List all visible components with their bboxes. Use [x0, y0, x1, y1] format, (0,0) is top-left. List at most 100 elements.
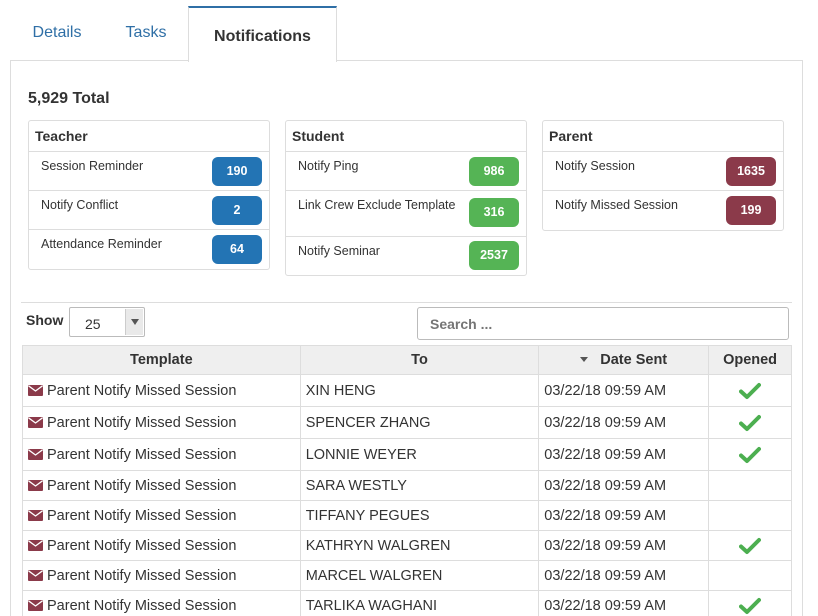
cell-opened — [708, 406, 792, 439]
cell-template: Parent Notify Missed Session — [22, 560, 301, 591]
checkmark-icon — [739, 414, 762, 431]
student-card-title: Student — [286, 121, 526, 152]
tab-details[interactable]: Details — [10, 6, 104, 61]
total-count: 5,929 Total — [28, 90, 110, 107]
cell-to: LONNIE WEYER — [299, 438, 540, 471]
page-size-select[interactable]: 25 — [69, 307, 145, 337]
template-name: Parent Notify Missed Session — [47, 567, 237, 584]
template-name: Parent Notify Missed Session — [47, 446, 237, 463]
envelope-icon — [28, 416, 43, 428]
count-badge[interactable]: 2537 — [469, 241, 519, 270]
count-badge[interactable]: 64 — [212, 235, 262, 264]
tab-notifications-label: Notifications — [214, 28, 311, 45]
cell-to: SPENCER ZHANG — [299, 406, 540, 439]
cell-template: Parent Notify Missed Session — [22, 530, 301, 561]
teacher-row-attendance-reminder[interactable]: Attendance Reminder 64 — [29, 230, 269, 269]
row-label: Link Crew Exclude Template — [298, 198, 456, 212]
cell-template: Parent Notify Missed Session — [22, 406, 301, 439]
row-label: Notify Conflict — [41, 198, 119, 212]
student-row-link-crew-exclude-template[interactable]: Link Crew Exclude Template 316 — [286, 191, 526, 237]
cell-to: SARA WESTLY — [299, 470, 540, 501]
envelope-icon — [28, 539, 43, 551]
table-row[interactable]: Parent Notify Missed Session TARLIKA WAGH… — [22, 590, 792, 616]
tab-notifications[interactable]: Notifications — [188, 6, 337, 62]
row-label: Attendance Reminder — [41, 237, 162, 251]
row-label: Notify Session — [555, 159, 635, 173]
header-date-sent[interactable]: Date Sent — [538, 345, 710, 375]
show-label: Show — [26, 312, 64, 328]
tab-tasks[interactable]: Tasks — [104, 6, 188, 61]
row-label: Notify Seminar — [298, 244, 380, 258]
cell-template: Parent Notify Missed Session — [22, 470, 301, 501]
parent-card-title: Parent — [543, 121, 783, 152]
template-name: Parent Notify Missed Session — [47, 597, 237, 614]
table-row[interactable]: Parent Notify Missed Session TIFFANY PEGU… — [22, 500, 792, 531]
envelope-icon — [28, 479, 43, 491]
template-name: Parent Notify Missed Session — [47, 414, 237, 431]
count-badge[interactable]: 199 — [726, 196, 776, 225]
header-template[interactable]: Template — [22, 345, 301, 375]
tab-details-label: Details — [32, 23, 82, 41]
parent-row-notify-missed-session[interactable]: Notify Missed Session 199 — [543, 191, 783, 230]
count-badge[interactable]: 190 — [212, 157, 262, 186]
table-row[interactable]: Parent Notify Missed Session KATHRYN WALG… — [22, 530, 792, 561]
envelope-icon — [28, 569, 43, 581]
table-row[interactable]: Parent Notify Missed Session SPENCER ZHAN… — [22, 406, 792, 439]
student-row-notify-ping[interactable]: Notify Ping 986 — [286, 152, 526, 191]
count-badge[interactable]: 316 — [469, 198, 519, 227]
cell-date-sent: 03/22/18 09:59 AM — [538, 590, 710, 616]
teacher-card: Teacher Session Reminder 190 Notify Conf… — [28, 120, 270, 270]
checkmark-icon — [739, 597, 762, 614]
chevron-down-icon[interactable] — [125, 309, 143, 335]
student-card: Student Notify Ping 986 Link Crew Exclud… — [285, 120, 527, 276]
cell-opened — [708, 560, 792, 591]
envelope-icon — [28, 509, 43, 521]
cell-template: Parent Notify Missed Session — [22, 438, 301, 471]
cell-date-sent: 03/22/18 09:59 AM — [538, 470, 710, 501]
count-badge[interactable]: 2 — [212, 196, 262, 225]
parent-row-notify-session[interactable]: Notify Session 1635 — [543, 152, 783, 191]
header-to[interactable]: To — [299, 345, 540, 375]
tab-bar: Details Tasks Notifications — [10, 6, 802, 62]
teacher-row-session-reminder[interactable]: Session Reminder 190 — [29, 152, 269, 191]
cell-to: TIFFANY PEGUES — [299, 500, 540, 531]
cell-opened — [708, 530, 792, 561]
template-name: Parent Notify Missed Session — [47, 537, 237, 554]
table-row[interactable]: Parent Notify Missed Session SARA WESTLY 0… — [22, 470, 792, 501]
parent-card: Parent Notify Session 1635 Notify Missed… — [542, 120, 784, 231]
cell-date-sent: 03/22/18 09:59 AM — [538, 406, 710, 439]
template-name: Parent Notify Missed Session — [47, 507, 237, 524]
notifications-table: Template To Date Sent Opened Parent Noti… — [22, 345, 792, 616]
count-badge[interactable]: 986 — [469, 157, 519, 186]
checkmark-icon — [739, 446, 762, 463]
table-row[interactable]: Parent Notify Missed Session LONNIE WEYER… — [22, 438, 792, 471]
table-row[interactable]: Parent Notify Missed Session XIN HENG 03/2… — [22, 374, 792, 407]
cell-to: MARCEL WALGREN — [299, 560, 540, 591]
table-row[interactable]: Parent Notify Missed Session MARCEL WALGR… — [22, 560, 792, 591]
header-opened[interactable]: Opened — [708, 345, 792, 375]
sort-desc-icon — [580, 357, 589, 362]
header-date-sent-label: Date Sent — [600, 352, 668, 368]
template-name: Parent Notify Missed Session — [47, 477, 237, 494]
row-label: Notify Missed Session — [555, 198, 678, 212]
cell-opened — [708, 590, 792, 616]
cell-date-sent: 03/22/18 09:59 AM — [538, 374, 710, 407]
envelope-icon — [28, 384, 43, 396]
cell-template: Parent Notify Missed Session — [22, 500, 301, 531]
cell-date-sent: 03/22/18 09:59 AM — [538, 560, 710, 591]
envelope-icon — [28, 599, 43, 611]
student-row-notify-seminar[interactable]: Notify Seminar 2537 — [286, 237, 526, 275]
cell-to: TARLIKA WAGHANI — [299, 590, 540, 616]
teacher-row-notify-conflict[interactable]: Notify Conflict 2 — [29, 191, 269, 230]
cell-to: XIN HENG — [299, 374, 540, 407]
cell-template: Parent Notify Missed Session — [22, 374, 301, 407]
row-label: Notify Ping — [298, 159, 359, 173]
search-input[interactable] — [417, 307, 789, 340]
tab-tasks-label: Tasks — [125, 23, 167, 41]
cell-date-sent: 03/22/18 09:59 AM — [538, 500, 710, 531]
checkmark-icon — [739, 382, 762, 399]
cell-opened — [708, 470, 792, 501]
cell-template: Parent Notify Missed Session — [22, 590, 301, 616]
count-badge[interactable]: 1635 — [726, 157, 776, 186]
envelope-icon — [28, 448, 43, 460]
